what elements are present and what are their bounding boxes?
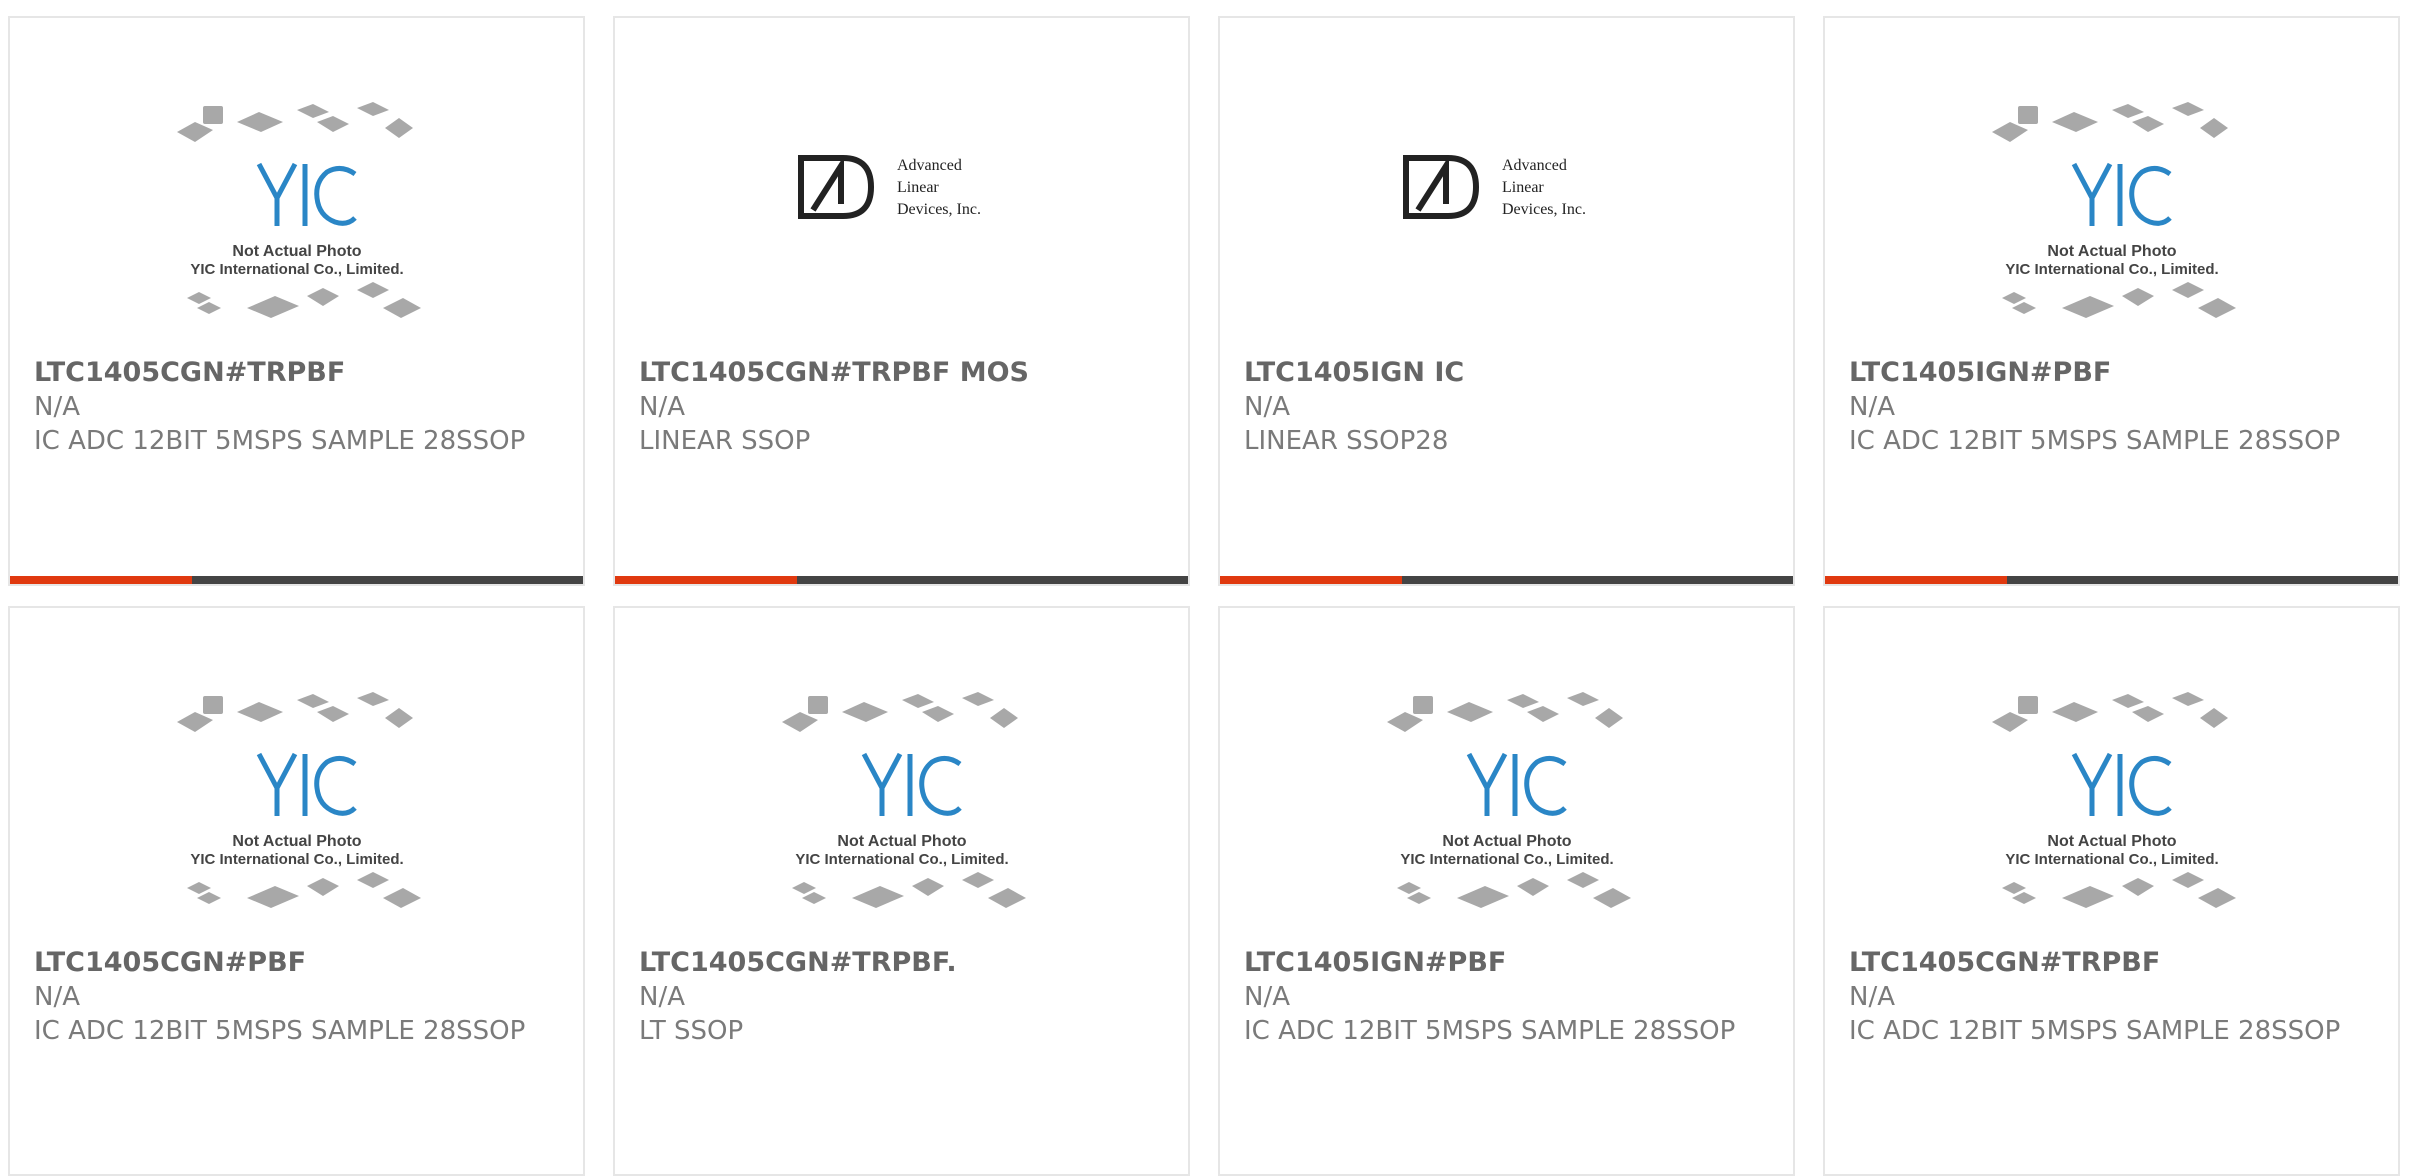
- card-bottom-bar: [1220, 576, 1793, 584]
- ald-logo-image: Advanced Linear Devices, Inc.: [1402, 155, 1586, 219]
- product-title[interactable]: LTC1405IGN IC: [1244, 356, 1769, 390]
- product-manufacturer: N/A: [1244, 982, 1290, 1012]
- product-card[interactable]: Not Actual Photo YIC International Co., …: [8, 16, 585, 586]
- card-bottom-bar: [10, 576, 583, 584]
- yic-placeholder-image: Not Actual Photo YIC International Co., …: [1991, 692, 2236, 908]
- product-image[interactable]: Not Actual Photo YIC International Co., …: [10, 608, 583, 938]
- product-info: LTC1405CGN#TRPBF N/A IC ADC 12BIT 5MSPS …: [1849, 946, 2374, 1048]
- product-card[interactable]: Advanced Linear Devices, Inc. LTC1405IGN…: [1218, 16, 1795, 586]
- product-title[interactable]: LTC1405CGN#PBF: [34, 946, 559, 980]
- product-manufacturer: N/A: [1849, 982, 1895, 1012]
- yic-placeholder-image: Not Actual Photo YIC International Co., …: [176, 692, 421, 908]
- product-card[interactable]: Not Actual Photo YIC International Co., …: [8, 606, 585, 1176]
- yic-placeholder-image: Not Actual Photo YIC International Co., …: [176, 102, 421, 318]
- product-card[interactable]: Advanced Linear Devices, Inc. LTC1405CGN…: [613, 16, 1190, 586]
- logo-line3: Devices, Inc.: [897, 201, 981, 218]
- placeholder-line1: Not Actual Photo: [232, 833, 361, 850]
- placeholder-line1: Not Actual Photo: [837, 833, 966, 850]
- product-description: IC ADC 12BIT 5MSPS SAMPLE 28SSOP: [1849, 426, 2341, 456]
- product-manufacturer: N/A: [34, 392, 80, 422]
- placeholder-line2: YIC International Co., Limited.: [2005, 261, 2218, 278]
- yic-placeholder-image: Not Actual Photo YIC International Co., …: [781, 692, 1026, 908]
- product-title[interactable]: LTC1405CGN#TRPBF.: [639, 946, 1164, 980]
- product-info: LTC1405IGN IC N/A LINEAR SSOP28: [1244, 356, 1769, 458]
- product-title[interactable]: LTC1405CGN#TRPBF: [1849, 946, 2374, 980]
- product-description: IC ADC 12BIT 5MSPS SAMPLE 28SSOP: [34, 1016, 526, 1046]
- placeholder-line2: YIC International Co., Limited.: [2005, 851, 2218, 868]
- product-card[interactable]: Not Actual Photo YIC International Co., …: [1823, 16, 2400, 586]
- product-description: LINEAR SSOP: [639, 426, 811, 456]
- product-manufacturer: N/A: [1849, 392, 1895, 422]
- product-image[interactable]: Not Actual Photo YIC International Co., …: [1220, 608, 1793, 938]
- yic-placeholder-image: Not Actual Photo YIC International Co., …: [1991, 102, 2236, 318]
- placeholder-line2: YIC International Co., Limited.: [190, 851, 403, 868]
- product-card[interactable]: Not Actual Photo YIC International Co., …: [1218, 606, 1795, 1176]
- placeholder-line1: Not Actual Photo: [2047, 833, 2176, 850]
- product-manufacturer: N/A: [639, 982, 685, 1012]
- product-manufacturer: N/A: [1244, 392, 1290, 422]
- card-accent-bar: [1825, 576, 2007, 584]
- product-card[interactable]: Not Actual Photo YIC International Co., …: [613, 606, 1190, 1176]
- product-info: LTC1405IGN#PBF N/A IC ADC 12BIT 5MSPS SA…: [1244, 946, 1769, 1048]
- logo-line2: Linear: [1502, 179, 1544, 196]
- product-title[interactable]: LTC1405CGN#TRPBF: [34, 356, 559, 390]
- product-info: LTC1405IGN#PBF N/A IC ADC 12BIT 5MSPS SA…: [1849, 356, 2374, 458]
- placeholder-line2: YIC International Co., Limited.: [190, 261, 403, 278]
- product-description: LT SSOP: [639, 1016, 744, 1046]
- product-title[interactable]: LTC1405CGN#TRPBF MOS: [639, 356, 1164, 390]
- card-bottom-bar: [1825, 576, 2398, 584]
- placeholder-line2: YIC International Co., Limited.: [795, 851, 1008, 868]
- logo-line3: Devices, Inc.: [1502, 201, 1586, 218]
- card-accent-bar: [1220, 576, 1402, 584]
- product-description: IC ADC 12BIT 5MSPS SAMPLE 28SSOP: [1849, 1016, 2341, 1046]
- card-accent-bar: [615, 576, 797, 584]
- product-info: LTC1405CGN#TRPBF MOS N/A LINEAR SSOP: [639, 356, 1164, 458]
- product-card[interactable]: Not Actual Photo YIC International Co., …: [1823, 606, 2400, 1176]
- product-description: IC ADC 12BIT 5MSPS SAMPLE 28SSOP: [34, 426, 526, 456]
- product-info: LTC1405CGN#TRPBF. N/A LT SSOP: [639, 946, 1164, 1048]
- product-info: LTC1405CGN#PBF N/A IC ADC 12BIT 5MSPS SA…: [34, 946, 559, 1048]
- placeholder-line1: Not Actual Photo: [232, 243, 361, 260]
- product-image[interactable]: Advanced Linear Devices, Inc.: [1220, 18, 1793, 348]
- product-image[interactable]: Not Actual Photo YIC International Co., …: [1825, 18, 2398, 348]
- product-description: IC ADC 12BIT 5MSPS SAMPLE 28SSOP: [1244, 1016, 1736, 1046]
- product-title[interactable]: LTC1405IGN#PBF: [1244, 946, 1769, 980]
- ald-logo-image: Advanced Linear Devices, Inc.: [797, 155, 981, 219]
- yic-placeholder-image: Not Actual Photo YIC International Co., …: [1386, 692, 1631, 908]
- logo-line1: Advanced: [897, 157, 962, 174]
- logo-line2: Linear: [897, 179, 939, 196]
- product-image[interactable]: Advanced Linear Devices, Inc.: [615, 18, 1188, 348]
- product-manufacturer: N/A: [34, 982, 80, 1012]
- product-description: LINEAR SSOP28: [1244, 426, 1449, 456]
- product-title[interactable]: LTC1405IGN#PBF: [1849, 356, 2374, 390]
- placeholder-line1: Not Actual Photo: [2047, 243, 2176, 260]
- card-bottom-bar: [615, 576, 1188, 584]
- product-image[interactable]: Not Actual Photo YIC International Co., …: [615, 608, 1188, 938]
- placeholder-line1: Not Actual Photo: [1442, 833, 1571, 850]
- product-manufacturer: N/A: [639, 392, 685, 422]
- product-info: LTC1405CGN#TRPBF N/A IC ADC 12BIT 5MSPS …: [34, 356, 559, 458]
- product-image[interactable]: Not Actual Photo YIC International Co., …: [1825, 608, 2398, 938]
- card-accent-bar: [10, 576, 192, 584]
- product-image[interactable]: Not Actual Photo YIC International Co., …: [10, 18, 583, 348]
- logo-line1: Advanced: [1502, 157, 1567, 174]
- placeholder-line2: YIC International Co., Limited.: [1400, 851, 1613, 868]
